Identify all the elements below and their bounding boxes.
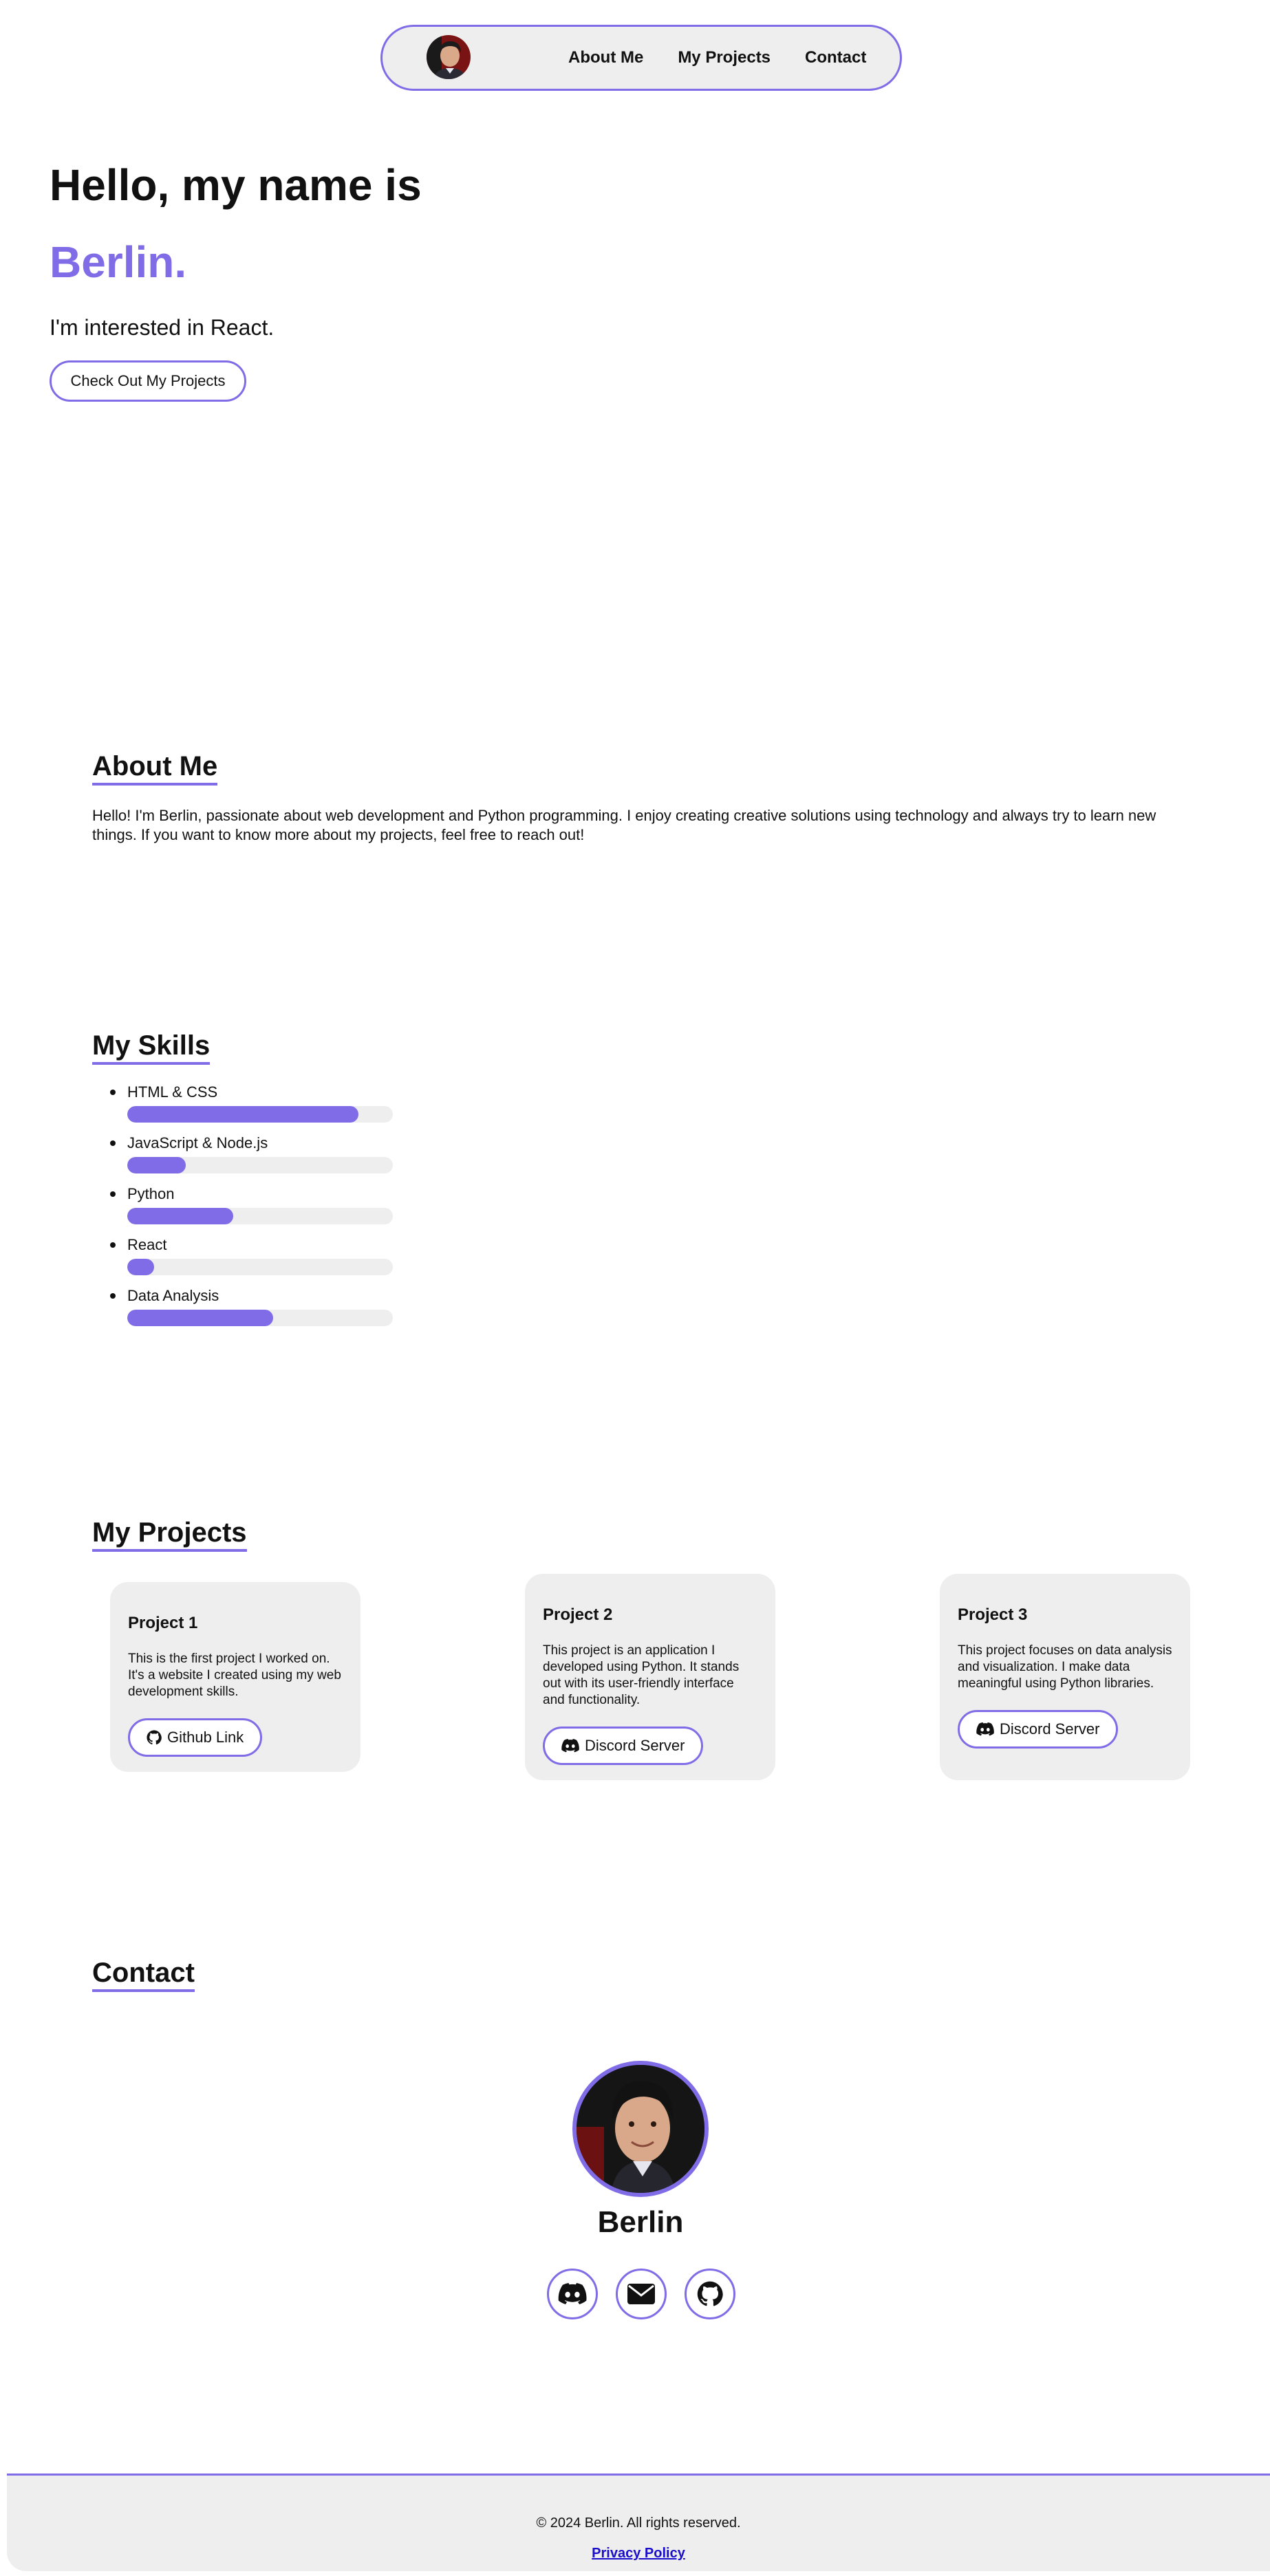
- skill-item: HTML & CSS: [92, 1083, 393, 1134]
- contact-avatar: [572, 2061, 709, 2197]
- nav-links: About Me My Projects Contact: [568, 27, 866, 89]
- skill-item: Data Analysis: [92, 1286, 393, 1337]
- bullet-icon: [110, 1140, 116, 1146]
- projects-section-title: My Projects: [92, 1517, 247, 1552]
- about-section-title: About Me: [92, 751, 218, 786]
- nav-avatar[interactable]: [427, 35, 471, 79]
- project-title: Project 1: [128, 1614, 198, 1632]
- skill-progress-bar: [127, 1259, 393, 1275]
- privacy-policy-link[interactable]: Privacy Policy: [7, 2546, 1270, 2562]
- skill-progress-fill: [127, 1157, 186, 1173]
- bullet-icon: [110, 1191, 116, 1197]
- discord-server-button[interactable]: Discord Server: [543, 1727, 704, 1765]
- discord-icon: [558, 2283, 587, 2305]
- project-title: Project 2: [543, 1605, 613, 1624]
- github-link-label: Github Link: [167, 1729, 244, 1746]
- github-icon: [697, 2281, 723, 2306]
- project-card-2: Project 2 This project is an application…: [525, 1574, 775, 1780]
- skill-item: JavaScript & Node.js: [92, 1134, 393, 1184]
- footer: © 2024 Berlin. All rights reserved. Priv…: [7, 2474, 1270, 2571]
- skill-progress-bar: [127, 1208, 393, 1224]
- skill-item: Python: [92, 1184, 393, 1235]
- check-out-projects-button[interactable]: Check Out My Projects: [50, 360, 246, 402]
- nav-link-my-projects[interactable]: My Projects: [678, 48, 771, 67]
- bullet-icon: [110, 1090, 116, 1095]
- project-description: This project focuses on data analysis an…: [958, 1643, 1172, 1691]
- github-social-button[interactable]: [685, 2269, 735, 2319]
- project-title: Project 3: [958, 1605, 1028, 1624]
- project-description: This project is an application I develop…: [543, 1643, 740, 1707]
- skill-progress-fill: [127, 1208, 234, 1224]
- skill-progress-bar: [127, 1106, 393, 1123]
- discord-icon: [561, 1739, 579, 1753]
- discord-icon: [976, 1722, 994, 1736]
- skills-list: HTML & CSS JavaScript & Node.js Python R…: [92, 1083, 393, 1337]
- nav-link-contact[interactable]: Contact: [805, 48, 866, 67]
- skill-progress-fill: [127, 1106, 358, 1123]
- contact-section-title: Contact: [92, 1958, 195, 1992]
- discord-social-button[interactable]: [547, 2269, 598, 2319]
- skill-progress-fill: [127, 1259, 154, 1275]
- github-link-button[interactable]: Github Link: [128, 1718, 263, 1757]
- skill-label: Python: [127, 1185, 175, 1202]
- skill-progress-bar: [127, 1157, 393, 1173]
- top-navbar: About Me My Projects Contact: [380, 25, 902, 91]
- skill-progress-bar: [127, 1310, 393, 1326]
- about-text: Hello! I'm Berlin, passionate about web …: [92, 807, 1156, 843]
- discord-server-label: Discord Server: [585, 1737, 685, 1754]
- skills-section-title: My Skills: [92, 1030, 211, 1065]
- skill-label: React: [127, 1236, 167, 1253]
- bullet-icon: [110, 1242, 116, 1248]
- discord-server-button[interactable]: Discord Server: [958, 1710, 1119, 1749]
- project-card-1: Project 1 This is the first project I wo…: [110, 1582, 360, 1772]
- skill-label: HTML & CSS: [127, 1083, 218, 1101]
- skill-progress-fill: [127, 1310, 274, 1326]
- hero-interest: I'm interested in React.: [50, 315, 275, 340]
- email-social-button[interactable]: [616, 2269, 667, 2319]
- email-icon: [627, 2284, 655, 2304]
- skill-label: JavaScript & Node.js: [127, 1134, 268, 1151]
- skill-item: React: [92, 1235, 393, 1286]
- contact-name: Berlin: [597, 2205, 684, 2239]
- project-description: This is the first project I worked on. I…: [128, 1652, 341, 1699]
- bullet-icon: [110, 1293, 116, 1299]
- discord-server-label: Discord Server: [1000, 1720, 1100, 1738]
- skill-label: Data Analysis: [127, 1287, 219, 1304]
- github-icon: [147, 1730, 162, 1745]
- nav-link-about-me[interactable]: About Me: [568, 48, 643, 67]
- footer-copyright: © 2024 Berlin. All rights reserved.: [536, 2515, 741, 2531]
- project-card-3: Project 3 This project focuses on data a…: [940, 1574, 1190, 1780]
- hero-greeting: Hello, my name is: [50, 160, 422, 210]
- hero-name: Berlin.: [50, 237, 187, 287]
